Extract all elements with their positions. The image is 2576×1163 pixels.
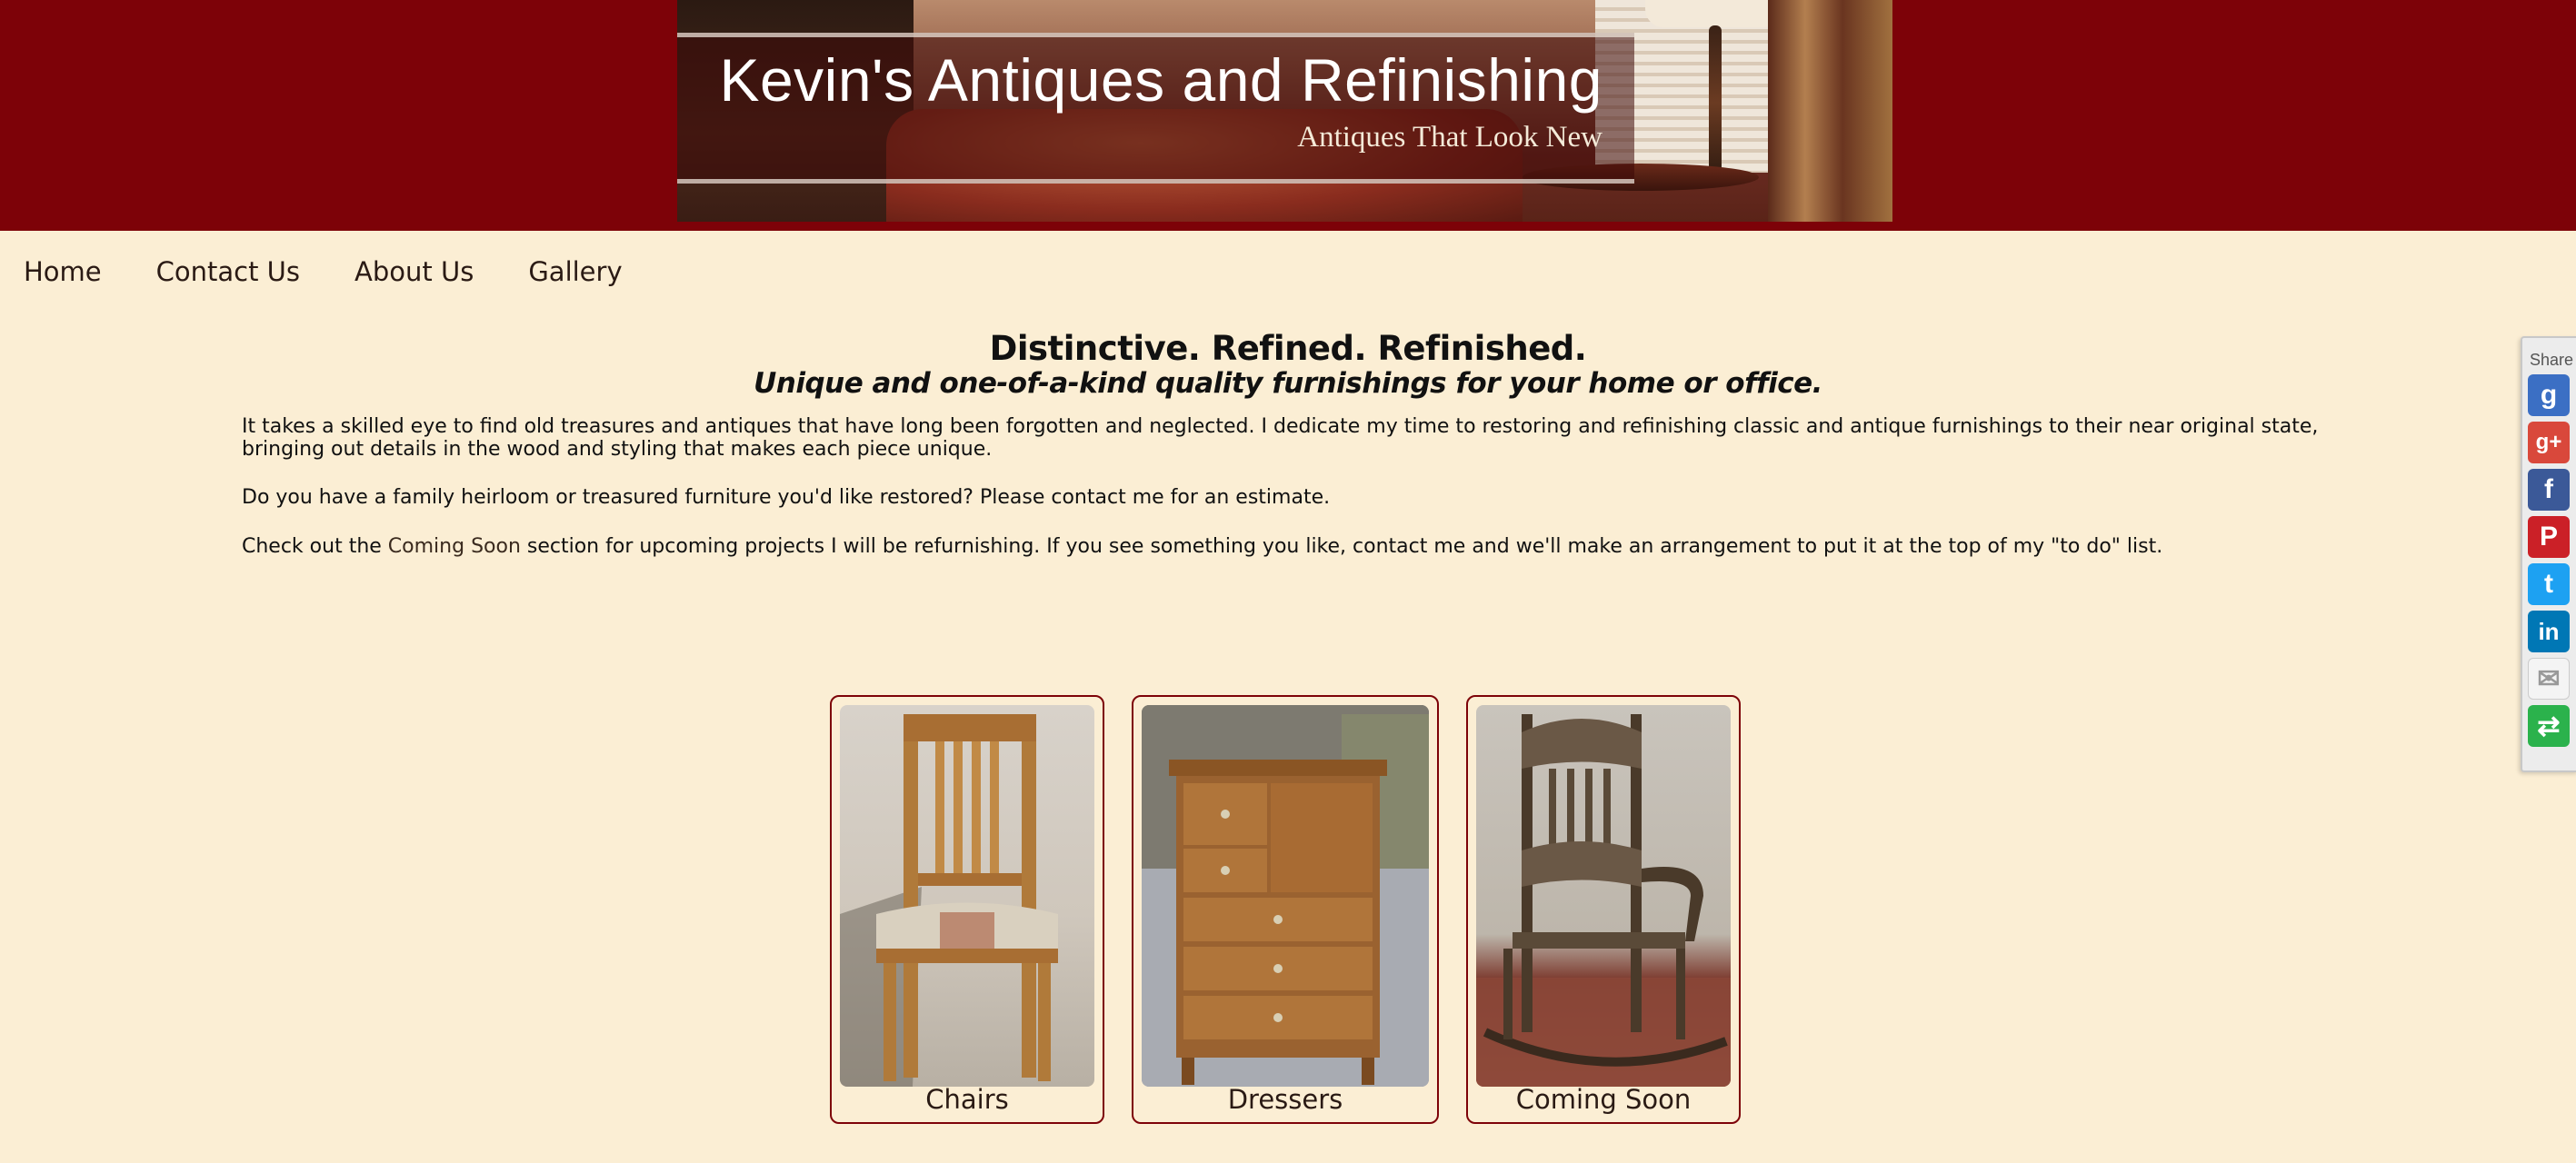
page-heading: Distinctive. Refined. Refinished. [989, 329, 1587, 368]
coming-soon-inline-link[interactable]: Coming Soon [388, 535, 521, 558]
linkedin-icon[interactable]: in [2528, 611, 2570, 652]
gallery-card-label[interactable]: Dressers [1133, 1084, 1437, 1115]
rocking-chair-photo[interactable] [1476, 705, 1731, 1087]
twitter-icon[interactable]: t [2528, 563, 2570, 605]
banner-lamp [1709, 25, 1722, 180]
dresser-photo[interactable] [1142, 705, 1429, 1087]
facebook-icon[interactable]: f [2528, 469, 2570, 511]
rocking-chair-illustration [1476, 714, 1731, 1087]
share-icon[interactable]: ⇄ [2528, 705, 2570, 747]
share-sidebar: Share g g+ f P t in ✉ ⇄ [2521, 336, 2576, 772]
share-label: Share [2530, 351, 2574, 369]
main-nav: Home Contact Us About Us Gallery [24, 256, 677, 296]
site-title[interactable]: Kevin's Antiques and Refinishing [677, 45, 1603, 114]
page-subheading: Unique and one-of-a-kind quality furnish… [754, 367, 1822, 400]
gallery-card-dressers[interactable]: Dressers [1132, 695, 1439, 1124]
pinterest-icon[interactable]: P [2528, 516, 2570, 558]
nav-item-about-us[interactable]: About Us [354, 256, 474, 296]
chair-photo[interactable] [840, 705, 1094, 1087]
chair-illustration [840, 714, 1058, 1087]
email-icon[interactable]: ✉ [2528, 658, 2570, 700]
nav-item-contact-us[interactable]: Contact Us [156, 256, 300, 296]
coming-soon-paragraph: Check out the Coming Soon section for up… [242, 535, 2323, 558]
gallery-card-label[interactable]: Coming Soon [1468, 1084, 1739, 1115]
nav-item-gallery[interactable]: Gallery [528, 256, 622, 296]
header-banner-image: Kevin's Antiques and Refinishing Antique… [677, 0, 1892, 222]
dresser-illustration [1142, 705, 1429, 1087]
site-tagline: Antiques That Look New [1297, 121, 1603, 154]
gallery-card-label[interactable]: Chairs [832, 1084, 1103, 1115]
header-band: Kevin's Antiques and Refinishing Antique… [0, 0, 2576, 231]
gallery-card-chairs[interactable]: Chairs [830, 695, 1104, 1124]
estimate-paragraph: Do you have a family heirloom or treasur… [242, 486, 1331, 509]
banner-lampshade [1645, 0, 1782, 27]
coming-soon-paragraph-end: section for upcoming projects I will be … [520, 535, 2163, 558]
banner-curtain [1768, 0, 1892, 222]
intro-paragraph: It takes a skilled eye to find old treas… [242, 415, 2319, 461]
google-plus-icon[interactable]: g+ [2528, 422, 2570, 463]
nav-item-home[interactable]: Home [24, 256, 102, 296]
coming-soon-paragraph-start: Check out the [242, 535, 388, 558]
google-icon[interactable]: g [2528, 374, 2570, 416]
gallery-card-coming-soon[interactable]: Coming Soon [1466, 695, 1741, 1124]
